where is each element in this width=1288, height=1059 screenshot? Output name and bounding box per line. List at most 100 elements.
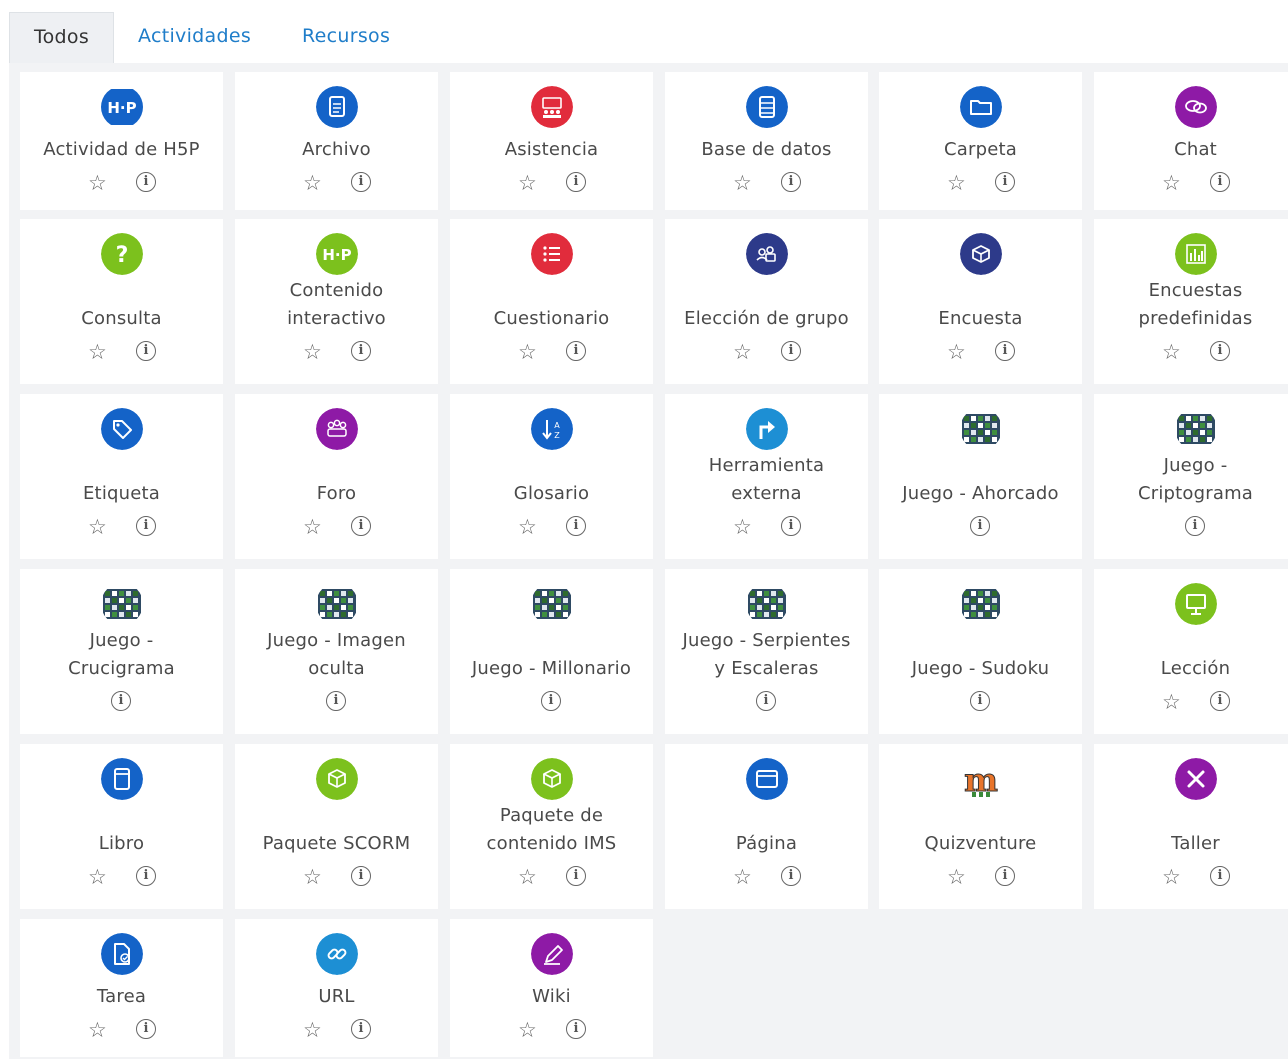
star-icon[interactable]: ☆ — [1162, 341, 1181, 363]
activity-tile[interactable]: A Z Glosario ☆ i — [450, 394, 653, 559]
info-icon[interactable]: i — [566, 1019, 586, 1039]
activity-tile[interactable]: Juego - Millonario i — [450, 569, 653, 734]
star-icon[interactable]: ☆ — [88, 1019, 107, 1041]
info-icon[interactable]: i — [136, 341, 156, 361]
info-icon[interactable]: i — [1185, 516, 1205, 536]
info-icon[interactable]: i — [351, 1019, 371, 1039]
star-icon[interactable]: ☆ — [733, 172, 752, 194]
activity-name-line: Actividad de H5P — [43, 139, 200, 160]
info-icon[interactable]: i — [566, 172, 586, 192]
star-icon[interactable]: ☆ — [303, 1019, 322, 1041]
info-icon[interactable]: i — [995, 866, 1015, 886]
info-icon[interactable]: i — [136, 516, 156, 536]
star-icon[interactable]: ☆ — [1162, 866, 1181, 888]
star-icon[interactable]: ☆ — [733, 341, 752, 363]
info-icon[interactable]: i — [136, 1019, 156, 1039]
star-icon[interactable]: ☆ — [88, 866, 107, 888]
info-icon[interactable]: i — [970, 691, 990, 711]
star-icon[interactable]: ☆ — [303, 172, 322, 194]
star-icon[interactable]: ☆ — [88, 516, 107, 538]
info-icon[interactable]: i — [351, 341, 371, 361]
star-icon[interactable]: ☆ — [88, 172, 107, 194]
activity-tile[interactable]: Foro ☆ i — [235, 394, 438, 559]
info-icon[interactable]: i — [351, 866, 371, 886]
info-icon[interactable]: i — [781, 516, 801, 536]
star-icon[interactable]: ☆ — [518, 866, 537, 888]
activity-tile[interactable]: ? Consulta ☆ i — [20, 219, 223, 384]
activity-name-line: Paquete SCORM — [262, 833, 411, 854]
activity-tile[interactable]: Taller ☆ i — [1094, 744, 1288, 909]
star-icon[interactable]: ☆ — [947, 172, 966, 194]
activity-tile[interactable]: Cuestionario ☆ i — [450, 219, 653, 384]
star-icon[interactable]: ☆ — [518, 341, 537, 363]
star-icon[interactable]: ☆ — [518, 516, 537, 538]
activity-tile[interactable]: Encuesta ☆ i — [879, 219, 1082, 384]
activity-tile[interactable]: Paquete de contenido IMS ☆ i — [450, 744, 653, 909]
info-icon[interactable]: i — [756, 691, 776, 711]
activity-tile[interactable]: URL ☆ i — [235, 919, 438, 1057]
star-icon[interactable]: ☆ — [303, 516, 322, 538]
activity-name: Consulta — [20, 305, 223, 333]
activity-tile[interactable]: Carpeta ☆ i — [879, 72, 1082, 210]
activity-tile[interactable]: Base de datos ☆ i — [665, 72, 868, 210]
info-icon[interactable]: i — [970, 516, 990, 536]
star-icon[interactable]: ☆ — [947, 341, 966, 363]
star-icon[interactable]: ☆ — [733, 516, 752, 538]
star-icon[interactable]: ☆ — [303, 866, 322, 888]
tab-todos[interactable]: Todos — [9, 12, 114, 64]
star-icon[interactable]: ☆ — [1162, 691, 1181, 713]
star-icon[interactable]: ☆ — [518, 1019, 537, 1041]
info-icon[interactable]: i — [566, 866, 586, 886]
tab-actividades[interactable]: Actividades — [138, 12, 251, 63]
info-icon[interactable]: i — [136, 866, 156, 886]
info-icon[interactable]: i — [995, 341, 1015, 361]
info-icon[interactable]: i — [566, 341, 586, 361]
activity-tile[interactable]: Wiki ☆ i — [450, 919, 653, 1057]
star-icon[interactable]: ☆ — [1162, 172, 1181, 194]
activity-tile[interactable]: Etiqueta ☆ i — [20, 394, 223, 559]
info-icon[interactable]: i — [136, 172, 156, 192]
activity-name: Juego - Crucigrama — [20, 627, 223, 683]
activity-tile[interactable]: Tarea ☆ i — [20, 919, 223, 1057]
activity-tile[interactable]: Juego - Criptograma i — [1094, 394, 1288, 559]
star-icon[interactable]: ☆ — [733, 866, 752, 888]
activity-tile[interactable]: Elección de grupo ☆ i — [665, 219, 868, 384]
activity-tile[interactable]: Juego - Ahorcado i — [879, 394, 1082, 559]
activity-tile[interactable]: Juego - Imagen oculta i — [235, 569, 438, 734]
activity-tile[interactable]: H·P Contenido interactivo ☆ i — [235, 219, 438, 384]
info-icon[interactable]: i — [781, 172, 801, 192]
activity-tile[interactable]: Paquete SCORM ☆ i — [235, 744, 438, 909]
activity-tile[interactable]: Chat ☆ i — [1094, 72, 1288, 210]
star-icon[interactable]: ☆ — [518, 172, 537, 194]
activity-tile[interactable]: Herramienta externa ☆ i — [665, 394, 868, 559]
activity-tile[interactable]: Juego - Crucigrama i — [20, 569, 223, 734]
activity-tile[interactable]: Juego - Sudoku i — [879, 569, 1082, 734]
star-icon[interactable]: ☆ — [947, 866, 966, 888]
info-icon[interactable]: i — [781, 866, 801, 886]
activity-tile[interactable]: Libro ☆ i — [20, 744, 223, 909]
info-icon[interactable]: i — [781, 341, 801, 361]
activity-tile[interactable]: Lección ☆ i — [1094, 569, 1288, 734]
info-icon[interactable]: i — [541, 691, 561, 711]
info-icon[interactable]: i — [995, 172, 1015, 192]
info-icon[interactable]: i — [1210, 172, 1230, 192]
activity-tile[interactable]: Juego - Serpientes y Escaleras i — [665, 569, 868, 734]
info-icon[interactable]: i — [111, 691, 131, 711]
info-icon[interactable]: i — [566, 516, 586, 536]
info-icon[interactable]: i — [1210, 866, 1230, 886]
activity-tile[interactable]: Página ☆ i — [665, 744, 868, 909]
tab-recursos[interactable]: Recursos — [302, 12, 390, 63]
activity-tile[interactable]: H·P Actividad de H5P ☆ i — [20, 72, 223, 210]
info-icon[interactable]: i — [351, 172, 371, 192]
info-icon[interactable]: i — [1210, 341, 1230, 361]
activity-tile[interactable]: Asistencia ☆ i — [450, 72, 653, 210]
info-icon[interactable]: i — [1210, 691, 1230, 711]
activity-name: Paquete SCORM — [235, 830, 438, 858]
info-icon[interactable]: i — [351, 516, 371, 536]
star-icon[interactable]: ☆ — [88, 341, 107, 363]
info-icon[interactable]: i — [326, 691, 346, 711]
star-icon[interactable]: ☆ — [303, 341, 322, 363]
activity-tile[interactable]: Archivo ☆ i — [235, 72, 438, 210]
activity-tile[interactable]: m Quizventure ☆ i — [879, 744, 1082, 909]
activity-tile[interactable]: Encuestas predefinidas ☆ i — [1094, 219, 1288, 384]
